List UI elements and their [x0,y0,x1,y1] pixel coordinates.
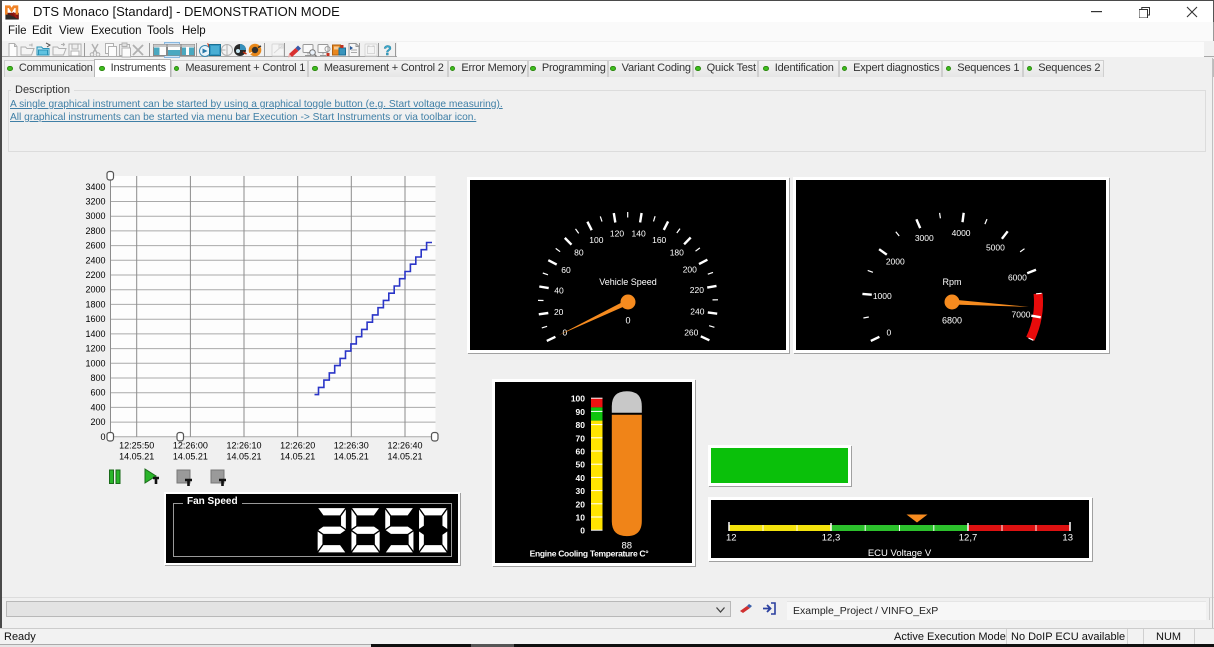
svg-text:5000: 5000 [986,243,1005,253]
svg-text:3200: 3200 [85,197,105,207]
svg-text:2200: 2200 [85,270,105,280]
svg-text:240: 240 [690,307,704,317]
svg-text:6000: 6000 [1008,273,1027,283]
svg-text:100: 100 [571,394,585,404]
svg-text:12:26:40: 12:26:40 [387,441,422,451]
svg-text:4000: 4000 [952,228,971,238]
svg-text:12:26:10: 12:26:10 [226,441,261,451]
svg-text:0: 0 [887,328,892,338]
svg-text:160: 160 [652,235,666,245]
svg-text:12:26:30: 12:26:30 [334,441,369,451]
svg-text:12: 12 [726,533,737,544]
svg-text:13: 13 [1062,533,1073,544]
svg-text:0: 0 [100,432,105,442]
svg-text:20: 20 [554,307,564,317]
svg-text:120: 120 [610,228,624,238]
svg-text:90: 90 [576,407,586,417]
svg-text:Rpm: Rpm [942,277,961,287]
svg-text:220: 220 [690,285,704,295]
svg-text:12,7: 12,7 [959,533,978,544]
svg-text:1600: 1600 [85,314,105,324]
svg-text:14.05.21: 14.05.21 [226,452,261,462]
svg-text:800: 800 [90,373,105,383]
svg-text:1000: 1000 [873,291,892,301]
svg-text:2600: 2600 [85,241,105,251]
svg-text:14.05.21: 14.05.21 [387,452,422,462]
svg-text:1400: 1400 [85,329,105,339]
svg-text:14.05.21: 14.05.21 [334,452,369,462]
svg-text:400: 400 [90,402,105,412]
svg-text:6800: 6800 [942,316,962,326]
svg-text:70: 70 [576,433,586,443]
svg-text:140: 140 [632,228,646,238]
svg-text:10: 10 [576,513,586,523]
svg-text:30: 30 [576,486,586,496]
svg-text:12,3: 12,3 [822,533,841,544]
svg-text:Vehicle Speed: Vehicle Speed [599,277,657,287]
svg-text:3000: 3000 [85,211,105,221]
svg-text:0: 0 [563,328,568,338]
svg-text:2400: 2400 [85,255,105,265]
svg-text:0: 0 [580,526,585,536]
svg-text:12:26:20: 12:26:20 [280,441,315,451]
svg-text:1000: 1000 [85,358,105,368]
svg-text:80: 80 [574,248,584,258]
svg-text:600: 600 [90,388,105,398]
svg-text:80: 80 [576,420,586,430]
svg-text:20: 20 [576,499,586,509]
svg-text:14.05.21: 14.05.21 [173,452,208,462]
svg-text:?: ? [384,43,392,58]
svg-text:7000: 7000 [1012,309,1031,319]
svg-text:3000: 3000 [915,233,934,243]
svg-text:60: 60 [561,265,571,275]
svg-text:12:25:50: 12:25:50 [119,441,154,451]
svg-text:40: 40 [576,473,586,483]
svg-text:2000: 2000 [85,285,105,295]
svg-text:100: 100 [589,235,603,245]
svg-text:40: 40 [554,286,564,296]
svg-text:14.05.21: 14.05.21 [119,452,154,462]
svg-text:0: 0 [625,316,630,326]
svg-text:2800: 2800 [85,226,105,236]
svg-text:260: 260 [684,327,698,337]
svg-text:Engine Cooling Temperature C°: Engine Cooling Temperature C° [530,549,650,559]
svg-text:3400: 3400 [85,182,105,192]
svg-text:12:26:00: 12:26:00 [173,441,208,451]
svg-text:1800: 1800 [85,299,105,309]
svg-text:14.05.21: 14.05.21 [280,452,315,462]
svg-text:200: 200 [683,265,697,275]
svg-text:ECU Voltage V: ECU Voltage V [868,548,932,558]
svg-text:180: 180 [670,247,684,257]
svg-text:200: 200 [90,417,105,427]
svg-text:50: 50 [576,460,586,470]
svg-text:1200: 1200 [85,344,105,354]
svg-text:60: 60 [576,447,586,457]
svg-text:2000: 2000 [886,256,905,266]
